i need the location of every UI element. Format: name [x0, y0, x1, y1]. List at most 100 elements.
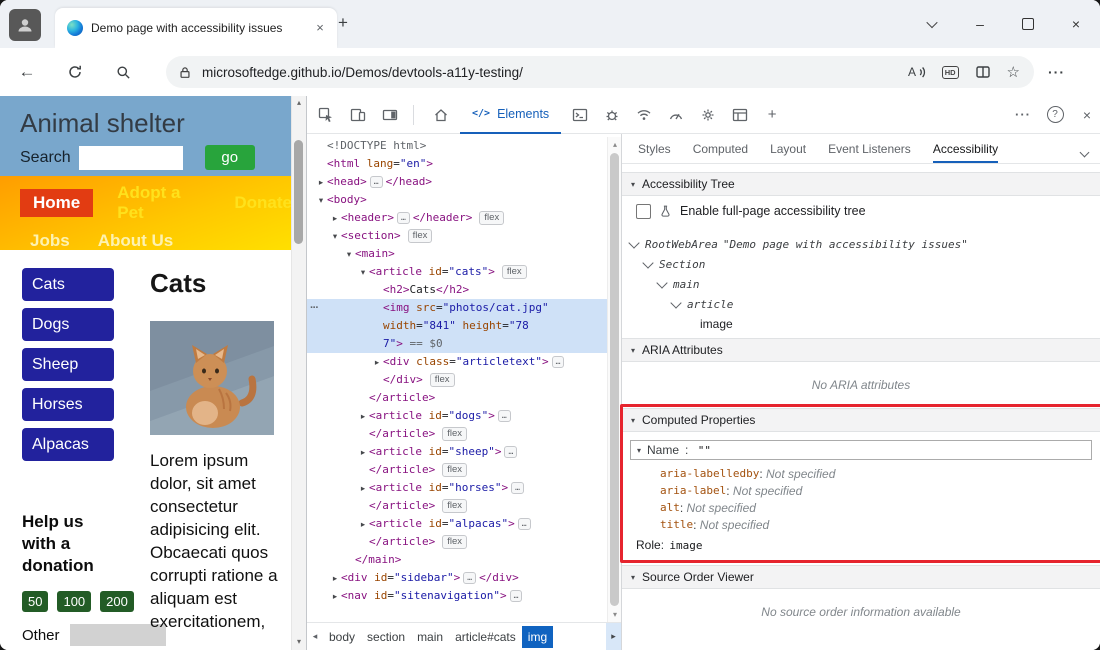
issues-icon[interactable]: [599, 102, 625, 128]
flex-badge[interactable]: flex: [430, 373, 455, 387]
application-icon[interactable]: [727, 102, 753, 128]
dom-tree-line[interactable]: ▸<nav id="sitenavigation">…: [307, 587, 607, 605]
profile-avatar[interactable]: [9, 9, 41, 41]
sidebar-button-dogs[interactable]: Dogs: [22, 308, 114, 341]
page-scrollbar-thumb[interactable]: [294, 140, 303, 244]
site-search-input[interactable]: [79, 146, 183, 170]
tab-layout[interactable]: Layout: [770, 142, 806, 163]
expand-arrow-icon[interactable]: ▸: [357, 480, 369, 498]
expand-arrow-icon[interactable]: ▸: [329, 588, 341, 606]
collapsed-content-icon[interactable]: …: [498, 410, 511, 422]
sidebar-tabs-overflow-icon[interactable]: [1081, 145, 1088, 159]
flex-badge[interactable]: flex: [442, 535, 467, 549]
dom-tree-line[interactable]: </main>: [307, 551, 607, 569]
breadcrumb-left-icon[interactable]: ◂: [307, 631, 323, 642]
nav-link-donate[interactable]: Donate: [234, 193, 292, 213]
performance-icon[interactable]: [663, 102, 689, 128]
search-icon[interactable]: [108, 57, 138, 87]
section-computed-properties[interactable]: ▾ Computed Properties: [622, 408, 1100, 432]
inspect-icon[interactable]: [313, 102, 339, 128]
dom-tree-line[interactable]: ▸<div class="articletext">…: [307, 353, 607, 371]
expand-arrow-icon[interactable]: ▸: [371, 354, 383, 372]
devtools-more-icon[interactable]: ···: [1010, 102, 1036, 128]
computed-name-row[interactable]: ▾ Name: "": [630, 440, 1092, 460]
console-icon[interactable]: [567, 102, 593, 128]
expand-arrow-icon[interactable]: ▸: [357, 516, 369, 534]
tab-computed[interactable]: Computed: [693, 142, 748, 163]
home-icon[interactable]: [428, 102, 454, 128]
browser-more-icon[interactable]: ···: [1048, 64, 1065, 80]
settings-icon[interactable]: [695, 102, 721, 128]
tree-chevron-icon[interactable]: [642, 257, 653, 268]
flex-badge[interactable]: flex: [442, 499, 467, 513]
flex-badge[interactable]: flex: [442, 463, 467, 477]
tab-actions-icon[interactable]: [908, 0, 956, 48]
network-icon[interactable]: [631, 102, 657, 128]
section-source-order[interactable]: ▾ Source Order Viewer: [622, 565, 1100, 589]
dom-scroll-up-icon[interactable]: ▴: [608, 140, 622, 149]
dom-tree-line[interactable]: ▸<div id="sidebar">…</div>: [307, 569, 607, 587]
expand-arrow-icon[interactable]: ▸: [329, 570, 341, 588]
sidebar-button-sheep[interactable]: Sheep: [22, 348, 114, 381]
nav-link-home[interactable]: Home: [20, 189, 93, 217]
expand-arrow-icon[interactable]: ▾: [315, 192, 327, 210]
expand-arrow-icon[interactable]: ▸: [357, 408, 369, 426]
breadcrumb-item[interactable]: article#cats: [449, 626, 522, 648]
dom-tree-line[interactable]: 7"> == $0: [307, 335, 607, 353]
read-aloud-icon[interactable]: A: [907, 64, 926, 80]
tree-chevron-icon[interactable]: [670, 297, 681, 308]
hd-badge-icon[interactable]: HD: [942, 66, 959, 79]
dom-scrollbar-thumb[interactable]: [610, 153, 619, 606]
fullpage-tree-checkbox[interactable]: [636, 204, 651, 219]
tab-event-listeners[interactable]: Event Listeners: [828, 142, 911, 163]
dom-tree-line[interactable]: ▸<article id="alpacas">…: [307, 515, 607, 533]
section-aria-attributes[interactable]: ▾ ARIA Attributes: [622, 338, 1100, 362]
maximize-icon[interactable]: [1004, 0, 1052, 48]
dom-scrollbar[interactable]: ▴ ▾: [607, 137, 622, 622]
breadcrumb-item[interactable]: main: [411, 626, 449, 648]
section-accessibility-tree[interactable]: ▾ Accessibility Tree: [622, 172, 1100, 196]
dom-tree-line[interactable]: </article>flex: [307, 497, 607, 515]
donation-button-100[interactable]: 100: [57, 591, 91, 612]
devtools-close-icon[interactable]: ×: [1074, 102, 1100, 128]
collapsed-content-icon[interactable]: …: [518, 518, 531, 530]
dom-tree-line[interactable]: <h2>Cats</h2>: [307, 281, 607, 299]
flex-badge[interactable]: flex: [442, 427, 467, 441]
dom-tree-line[interactable]: ▸<header>…</header>flex: [307, 209, 607, 227]
breadcrumb-right-icon[interactable]: ▸: [606, 623, 621, 650]
tab-styles[interactable]: Styles: [638, 142, 671, 163]
dom-tree-line[interactable]: ▾<article id="cats">flex: [307, 263, 607, 281]
nav-link-about-us[interactable]: About Us: [98, 231, 174, 251]
a11y-tree-node[interactable]: RootWebArea"Demo page with accessibility…: [630, 234, 1100, 254]
devtools-help-icon[interactable]: ?: [1042, 102, 1068, 128]
collapsed-content-icon[interactable]: …: [370, 176, 383, 188]
donation-button-200[interactable]: 200: [100, 591, 134, 612]
expand-arrow-icon[interactable]: ▾: [343, 246, 355, 264]
tree-chevron-icon[interactable]: [656, 277, 667, 288]
dom-tree-line[interactable]: <!DOCTYPE html>: [307, 137, 607, 155]
collapsed-content-icon[interactable]: …: [397, 212, 410, 224]
enable-fullpage-tree-label[interactable]: Enable full-page accessibility tree: [680, 204, 866, 218]
dom-tree-line[interactable]: ▸<article id="sheep">…: [307, 443, 607, 461]
expand-arrow-icon[interactable]: ▸: [315, 174, 327, 192]
dom-scroll-down-icon[interactable]: ▾: [608, 610, 622, 619]
breadcrumb-item[interactable]: body: [323, 626, 361, 648]
back-icon[interactable]: ←: [12, 57, 42, 87]
refresh-icon[interactable]: [60, 57, 90, 87]
dom-tree-line[interactable]: ▾<body>: [307, 191, 607, 209]
dom-tree-line[interactable]: </article>flex: [307, 425, 607, 443]
add-icon[interactable]: +: [759, 102, 785, 128]
flex-badge[interactable]: flex: [479, 211, 504, 225]
breadcrumb-item[interactable]: img: [522, 626, 553, 648]
tab-elements[interactable]: </>Elements: [460, 96, 561, 134]
a11y-tree-node[interactable]: image: [630, 314, 1100, 334]
dom-tree-line[interactable]: </article>flex: [307, 461, 607, 479]
a11y-tree-node[interactable]: Section: [630, 254, 1100, 274]
collapsed-content-icon[interactable]: …: [511, 482, 524, 494]
collapsed-content-icon[interactable]: …: [510, 590, 523, 602]
favorites-star-icon[interactable]: ☆: [1007, 63, 1020, 81]
flex-badge[interactable]: flex: [502, 265, 527, 279]
dom-tree-line[interactable]: ▸<head>…</head>: [307, 173, 607, 191]
page-scrollbar[interactable]: ▴ ▾: [291, 96, 306, 650]
node-menu-icon[interactable]: ···: [310, 299, 318, 317]
